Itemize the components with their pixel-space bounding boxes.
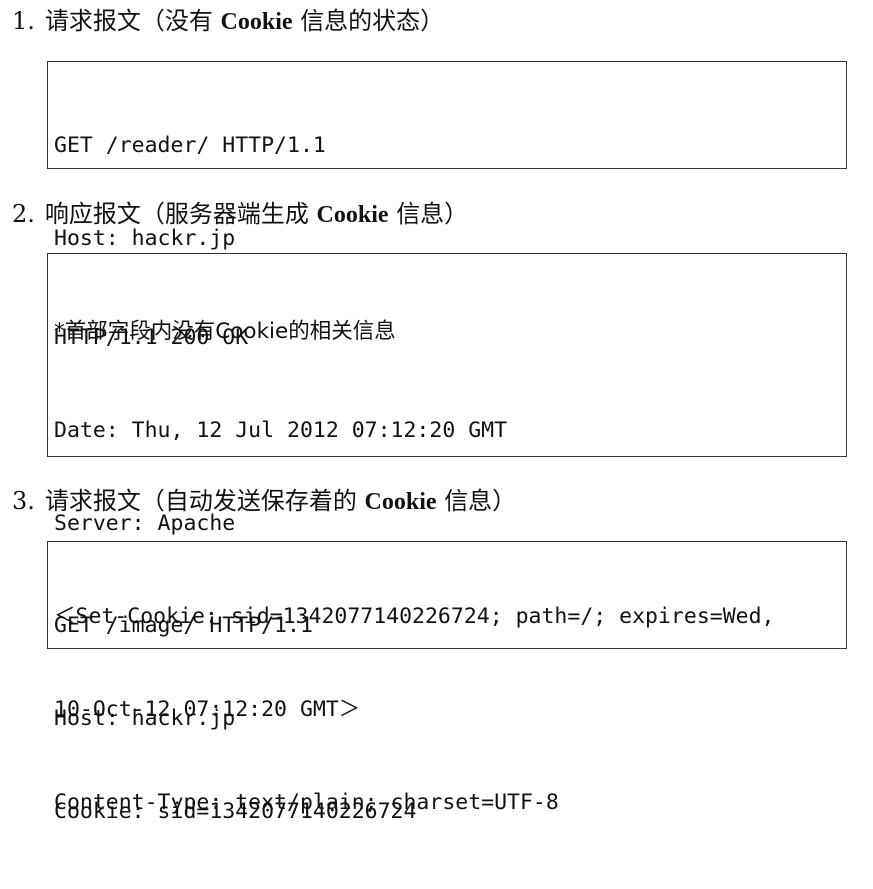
- code-line: Cookie: sid=1342077140226724: [54, 799, 417, 824]
- step-title-suffix: 信息）: [396, 200, 469, 228]
- code-line: GET /reader/ HTTP/1.1: [54, 133, 326, 158]
- step-number: 1.: [12, 7, 35, 35]
- code-line: Date: Thu, 12 Jul 2012 07:12:20 GMT: [54, 418, 508, 443]
- step-number: 3.: [12, 487, 35, 515]
- step-title-suffix: 信息的状态）: [300, 7, 445, 35]
- step-title-keyword: Cookie: [316, 202, 389, 228]
- step-title-keyword: Cookie: [220, 9, 293, 35]
- step-heading: 2. 响应报文（服务器端生成 Cookie 信息）: [12, 199, 468, 230]
- code-line: HTTP/1.1 200 OK: [54, 325, 249, 350]
- step-heading: 3. 请求报文（自动发送保存着的 Cookie 信息）: [12, 486, 516, 517]
- step-heading: 1. 请求报文（没有 Cookie 信息的状态）: [12, 6, 444, 37]
- step-number: 2.: [12, 200, 35, 228]
- http-message-box: GET /image/ HTTP/1.1 Host: hackr.jp Cook…: [47, 541, 847, 824]
- code-line: Host: hackr.jp: [54, 706, 236, 731]
- step-title-prefix: 请求报文（自动发送保存着的: [44, 487, 357, 515]
- step-title-keyword: Cookie: [364, 489, 437, 515]
- http-message-box: GET /reader/ HTTP/1.1 Host: hackr.jp *首部…: [47, 61, 847, 344]
- code-line: GET /image/ HTTP/1.1: [54, 613, 313, 638]
- http-message-box: HTTP/1.1 200 OK Date: Thu, 12 Jul 2012 0…: [47, 253, 847, 815]
- step-title-prefix: 响应报文（服务器端生成: [44, 200, 309, 228]
- step-title-prefix: 请求报文（没有: [44, 7, 213, 35]
- step-title-suffix: 信息）: [444, 487, 517, 515]
